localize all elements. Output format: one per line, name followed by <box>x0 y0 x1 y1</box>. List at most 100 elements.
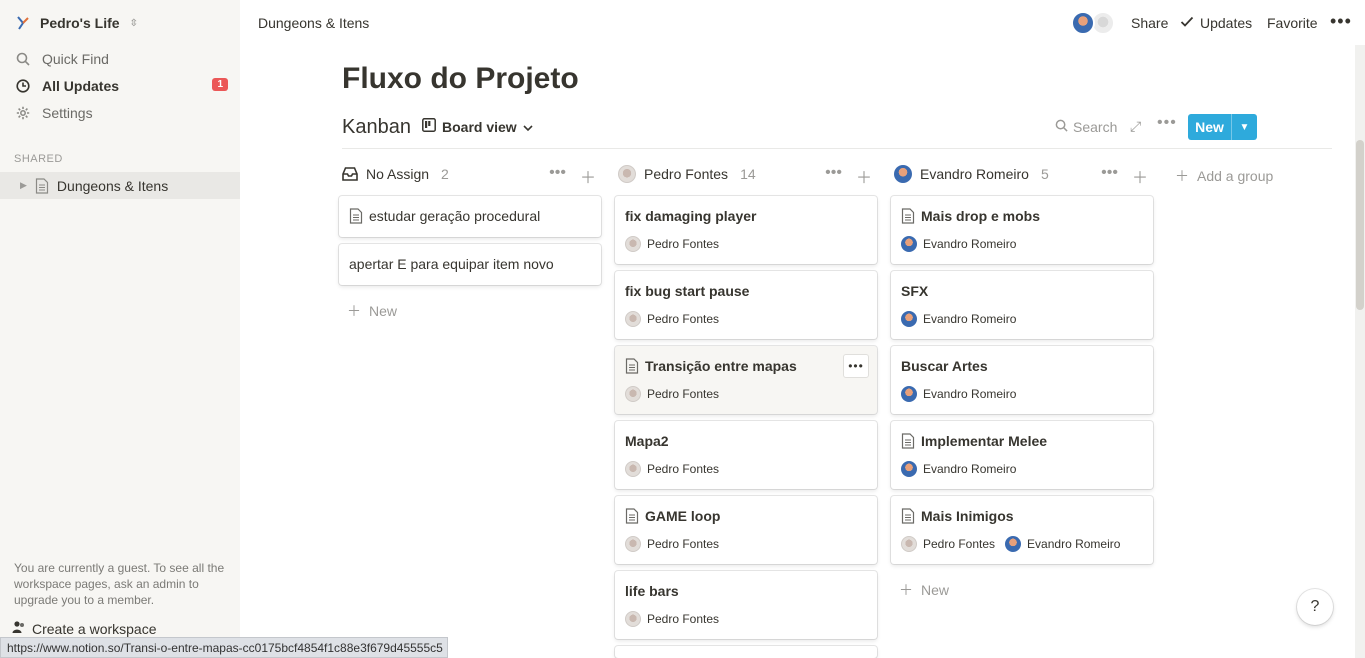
avatar <box>901 236 917 252</box>
new-button[interactable]: New ▼ <box>1188 114 1257 140</box>
more-options-icon[interactable]: ••• <box>1157 114 1177 132</box>
card-assignee: Evandro Romeiro <box>923 462 1017 476</box>
board-card[interactable]: fix damaging player Pedro Fontes <box>615 196 877 264</box>
board-card[interactable] <box>615 646 877 658</box>
page-icon <box>35 177 49 194</box>
column-more-icon[interactable]: ••• <box>549 164 566 188</box>
create-workspace-label: Create a workspace <box>32 620 157 637</box>
page-icon <box>901 208 915 224</box>
card-more-options-icon[interactable]: ••• <box>843 354 869 378</box>
column-more-icon[interactable]: ••• <box>1101 164 1118 188</box>
avatar <box>618 165 636 183</box>
avatar <box>1071 11 1095 35</box>
board-view-icon <box>422 118 436 135</box>
avatar <box>901 386 917 402</box>
board-card[interactable]: Implementar Melee Evandro Romeiro <box>891 421 1153 489</box>
board-card[interactable]: Mais drop e mobs Evandro Romeiro <box>891 196 1153 264</box>
card-title: Mais drop e mobs <box>921 208 1041 224</box>
sidebar-item-label: Settings <box>42 105 93 121</box>
search-label: Search <box>1073 119 1118 135</box>
database-title[interactable]: Kanban <box>342 116 411 139</box>
workspace-name: Pedro's Life <box>40 15 120 31</box>
column-name: Evandro Romeiro <box>920 166 1029 182</box>
updates-badge: 1 <box>212 78 228 91</box>
updates-button[interactable]: Updates <box>1180 15 1252 31</box>
avatar <box>625 311 641 327</box>
plus-icon[interactable]: ＋ <box>856 164 872 188</box>
expand-icon[interactable]: ⤢ <box>1130 118 1141 135</box>
page-icon <box>349 208 363 224</box>
card-title: GAME loop <box>645 508 721 524</box>
card-assignee: Evandro Romeiro <box>923 237 1017 251</box>
page-icon <box>901 433 915 449</box>
sidebar-item-quick-find[interactable]: Quick Find <box>14 47 230 71</box>
avatar <box>625 236 641 252</box>
add-card-label: New <box>921 582 950 598</box>
card-title: Transição entre mapas <box>645 358 797 374</box>
sidebar-item-settings[interactable]: Settings <box>14 101 230 125</box>
card-assignee: Pedro Fontes <box>923 537 996 551</box>
sidebar-item-all-updates[interactable]: All Updates 1 <box>14 74 230 98</box>
card-title: fix damaging player <box>625 208 757 224</box>
scrollbar-thumb[interactable] <box>1356 140 1364 310</box>
column-name: Pedro Fontes <box>644 166 729 182</box>
search-icon <box>14 50 32 68</box>
avatar <box>625 461 641 477</box>
page-icon <box>901 508 915 524</box>
board-card[interactable]: Mapa2 Pedro Fontes <box>615 421 877 489</box>
page-icon <box>625 358 639 374</box>
card-assignee: Pedro Fontes <box>647 237 720 251</box>
board-card[interactable]: estudar geração procedural <box>339 196 601 237</box>
card-assignee: Evandro Romeiro <box>923 312 1017 326</box>
board-card[interactable]: Buscar Artes Evandro Romeiro <box>891 346 1153 414</box>
card-assignee: Pedro Fontes <box>647 537 720 551</box>
board-card[interactable]: SFX Evandro Romeiro <box>891 271 1153 339</box>
clock-icon <box>14 77 32 95</box>
board-card[interactable]: Transição entre mapas Pedro Fontes ••• <box>615 346 877 414</box>
add-group-button[interactable]: ＋ Add a group <box>1175 166 1273 186</box>
create-workspace-button[interactable]: Create a workspace <box>12 620 157 637</box>
sidebar-page-dungeons-itens[interactable]: ▶ Dungeons & Itens <box>0 172 240 199</box>
chevron-updown-icon: ⇳ <box>129 17 138 29</box>
workspace-switcher[interactable]: Pedro's Life ⇳ <box>14 12 138 34</box>
avatar <box>894 165 912 183</box>
collaborator-avatars[interactable] <box>1071 11 1117 37</box>
share-button[interactable]: Share <box>1131 15 1168 31</box>
sidebar-item-label: Quick Find <box>42 51 109 67</box>
board-column-header[interactable]: Pedro Fontes 14 ••• ＋ <box>618 162 880 188</box>
favorite-button[interactable]: Favorite <box>1267 15 1318 31</box>
board-card[interactable]: GAME loop Pedro Fontes <box>615 496 877 564</box>
expand-triangle-icon[interactable]: ▶ <box>20 180 27 191</box>
board-column-header[interactable]: Evandro Romeiro 5 ••• ＋ <box>894 162 1156 188</box>
board-column-header[interactable]: No Assign 2 ••• ＋ <box>342 162 604 188</box>
breadcrumb[interactable]: Dungeons & Itens <box>258 15 369 31</box>
view-switcher[interactable]: Board view <box>422 118 533 135</box>
page-icon <box>625 508 639 524</box>
avatar <box>1005 536 1022 552</box>
more-options-icon[interactable]: ••• <box>1330 11 1352 32</box>
add-card-button[interactable]: ＋ New <box>899 580 949 600</box>
add-card-button[interactable]: ＋ New <box>347 301 397 321</box>
plus-icon: ＋ <box>1175 168 1189 184</box>
column-more-icon[interactable]: ••• <box>825 164 842 188</box>
avatar <box>625 611 641 627</box>
board-card[interactable]: Mais Inimigos Pedro Fontes Evandro Romei… <box>891 496 1153 564</box>
card-assignee: Evandro Romeiro <box>1027 537 1121 551</box>
guest-message: You are currently a guest. To see all th… <box>14 561 225 607</box>
board-card[interactable]: apertar E para equipar item novo <box>339 244 601 285</box>
card-assignee: Evandro Romeiro <box>923 387 1017 401</box>
card-assignee: Pedro Fontes <box>647 387 720 401</box>
plus-icon: ＋ <box>899 582 913 598</box>
inbox-icon <box>342 167 358 181</box>
board-card[interactable]: fix bug start pause Pedro Fontes <box>615 271 877 339</box>
chevron-down-icon[interactable]: ▼ <box>1232 114 1257 140</box>
board-card[interactable]: life bars Pedro Fontes <box>615 571 877 639</box>
plus-icon[interactable]: ＋ <box>580 164 596 188</box>
search-button[interactable]: Search <box>1055 119 1117 135</box>
chevron-down-icon <box>523 119 533 135</box>
divider <box>342 148 1332 149</box>
plus-icon[interactable]: ＋ <box>1132 164 1148 188</box>
help-button[interactable]: ? <box>1297 589 1333 625</box>
check-icon <box>1180 15 1194 31</box>
scrollbar-track[interactable] <box>1355 45 1365 658</box>
